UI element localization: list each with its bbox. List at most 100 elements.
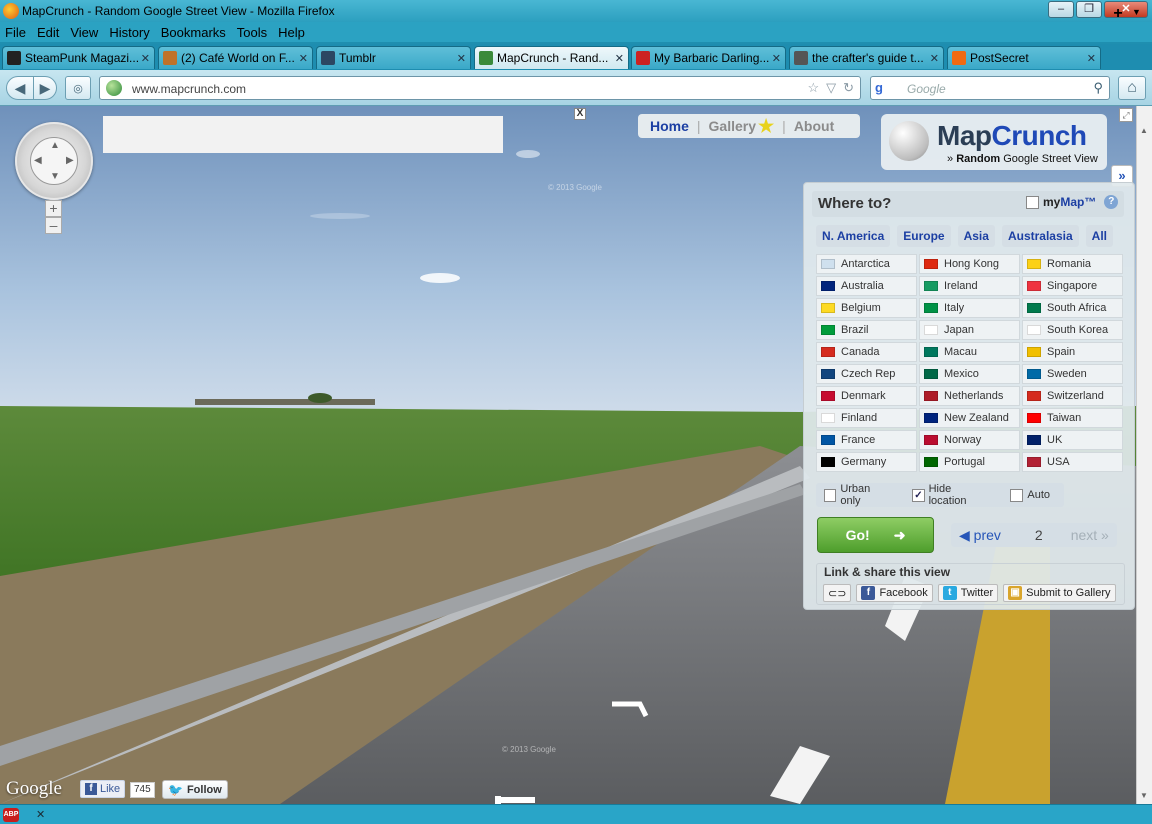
country-switzerland[interactable]: Switzerland xyxy=(1022,386,1123,406)
country-label[interactable]: Switzerland xyxy=(1047,390,1104,402)
country-new-zealand[interactable]: New Zealand xyxy=(919,408,1020,428)
country-hong-kong[interactable]: Hong Kong xyxy=(919,254,1020,274)
tab-label[interactable]: SteamPunk Magazi... xyxy=(25,51,138,65)
arrow-right-icon[interactable]: ➜ xyxy=(894,527,906,544)
region-australasia[interactable]: Australasia xyxy=(1001,225,1079,247)
tab-label[interactable]: My Barbaric Darling... xyxy=(654,51,769,65)
country-sweden[interactable]: Sweden xyxy=(1022,364,1123,384)
pan-left-icon[interactable]: ◀ xyxy=(34,155,42,166)
country-label[interactable]: South Africa xyxy=(1047,302,1106,314)
go-button[interactable]: Go! ➜ xyxy=(817,517,934,553)
tab-label[interactable]: Tumblr xyxy=(339,51,454,65)
menu-edit[interactable]: Edit xyxy=(37,25,59,40)
country-label[interactable]: Portugal xyxy=(944,456,985,468)
country-antarctica[interactable]: Antarctica xyxy=(816,254,917,274)
country-label[interactable]: Ireland xyxy=(944,280,978,292)
follow-label[interactable]: Follow xyxy=(187,784,222,796)
adblock-icon[interactable]: ABP xyxy=(3,808,19,822)
option-label[interactable]: Urban only xyxy=(840,483,890,507)
country-france[interactable]: France xyxy=(816,430,917,450)
tab-list-icon[interactable]: ▼ xyxy=(1132,7,1141,17)
site-identity-icon[interactable] xyxy=(106,80,122,96)
minimize-button[interactable]: – xyxy=(1048,1,1074,18)
country-label[interactable]: Singapore xyxy=(1047,280,1097,292)
country-label[interactable]: Finland xyxy=(841,412,877,424)
pan-compass[interactable]: ▲ ▼ ◀ ▶ xyxy=(30,137,78,185)
tab-close-icon[interactable]: ✕ xyxy=(299,52,308,65)
option-urban-only[interactable]: Urban only xyxy=(824,483,890,507)
mymap-label[interactable]: Map™ xyxy=(1060,195,1096,209)
pan-down-icon[interactable]: ▼ xyxy=(50,171,60,182)
tab-7[interactable]: PostSecret ✕ xyxy=(947,46,1101,69)
street-view[interactable]: © 2013 Google © 2013 Google ▲ ▼ ◀ ▶ + – … xyxy=(0,106,1136,804)
twitter-label[interactable]: Twitter xyxy=(961,587,993,599)
country-label[interactable]: Romania xyxy=(1047,258,1091,270)
country-taiwan[interactable]: Taiwan xyxy=(1022,408,1123,428)
help-icon[interactable]: ? xyxy=(1104,195,1119,209)
back-button[interactable]: ◀ xyxy=(6,76,34,100)
country-label[interactable]: Canada xyxy=(841,346,880,358)
country-label[interactable]: Belgium xyxy=(841,302,881,314)
country-label[interactable]: Mexico xyxy=(944,368,979,380)
submit-gallery-button[interactable]: ▣ Submit to Gallery xyxy=(1003,584,1116,602)
search-placeholder[interactable]: Google xyxy=(907,82,946,96)
menu-tools[interactable]: Tools xyxy=(237,25,267,40)
menu-view[interactable]: View xyxy=(70,25,98,40)
country-label[interactable]: New Zealand xyxy=(944,412,1009,424)
country-label[interactable]: Spain xyxy=(1047,346,1075,358)
google-logo[interactable]: Google xyxy=(6,778,62,800)
country-label[interactable]: Japan xyxy=(944,324,974,336)
prev-label[interactable]: prev xyxy=(974,527,1001,543)
close-addon-bar-icon[interactable]: ✕ xyxy=(36,808,45,821)
country-label[interactable]: France xyxy=(841,434,875,446)
country-label[interactable]: Netherlands xyxy=(944,390,1003,402)
facebook-share-button[interactable]: f Facebook xyxy=(856,584,933,602)
region-all[interactable]: All xyxy=(1085,225,1113,247)
country-label[interactable]: Italy xyxy=(944,302,964,314)
close-ad-button[interactable]: X xyxy=(574,108,586,120)
country-south-korea[interactable]: South Korea xyxy=(1022,320,1123,340)
country-netherlands[interactable]: Netherlands xyxy=(919,386,1020,406)
option-label[interactable]: Hide location xyxy=(929,483,989,507)
tab-5[interactable]: My Barbaric Darling... ✕ xyxy=(631,46,786,69)
forward-button[interactable]: ▶ xyxy=(33,76,57,100)
country-romania[interactable]: Romania xyxy=(1022,254,1123,274)
twitter-follow-button[interactable]: 🐦 Follow xyxy=(162,780,228,799)
new-tab-button[interactable]: + xyxy=(1108,4,1128,24)
country-label[interactable]: USA xyxy=(1047,456,1070,468)
tab-close-icon[interactable]: ✕ xyxy=(930,52,939,65)
country-spain[interactable]: Spain xyxy=(1022,342,1123,362)
country-belgium[interactable]: Belgium xyxy=(816,298,917,318)
gallery-icon[interactable]: ▣ xyxy=(1008,586,1023,600)
facebook-icon[interactable]: f xyxy=(85,783,97,795)
scroll-up-icon[interactable]: ▲ xyxy=(1140,126,1148,135)
region-asia[interactable]: Asia xyxy=(957,225,995,247)
option-label[interactable]: Auto xyxy=(1027,489,1050,501)
google-engine-icon[interactable]: g xyxy=(875,80,891,96)
country-ireland[interactable]: Ireland xyxy=(919,276,1020,296)
pan-up-icon[interactable]: ▲ xyxy=(50,140,60,151)
country-japan[interactable]: Japan xyxy=(919,320,1020,340)
country-czech-rep[interactable]: Czech Rep xyxy=(816,364,917,384)
menu-history[interactable]: History xyxy=(109,25,149,40)
country-label[interactable]: Norway xyxy=(944,434,981,446)
tab-2[interactable]: (2) Café World on F... ✕ xyxy=(158,46,313,69)
addon-icon[interactable]: ◎ xyxy=(65,76,91,100)
country-norway[interactable]: Norway xyxy=(919,430,1020,450)
nav-gallery[interactable]: Gallery xyxy=(709,118,756,134)
tab-label[interactable]: PostSecret xyxy=(970,51,1084,65)
mymap-label-prefix[interactable]: my xyxy=(1043,195,1060,209)
tab-1[interactable]: SteamPunk Magazi... ✕ xyxy=(2,46,155,69)
pan-right-icon[interactable]: ▶ xyxy=(66,155,74,166)
country-macau[interactable]: Macau xyxy=(919,342,1020,362)
zoom-out-button[interactable]: – xyxy=(45,217,62,234)
menu-file[interactable]: File xyxy=(5,25,26,40)
country-usa[interactable]: USA xyxy=(1022,452,1123,472)
twitter-share-button[interactable]: t Twitter xyxy=(937,584,999,602)
search-box[interactable]: g Google ⚲ xyxy=(870,76,1110,100)
like-label[interactable]: Like xyxy=(100,783,120,795)
country-label[interactable]: Australia xyxy=(841,280,884,292)
tab-close-icon[interactable]: ✕ xyxy=(772,52,781,65)
nav-home[interactable]: Home xyxy=(650,118,689,134)
mymap-toggle[interactable]: my Map™ ? xyxy=(1026,195,1119,209)
